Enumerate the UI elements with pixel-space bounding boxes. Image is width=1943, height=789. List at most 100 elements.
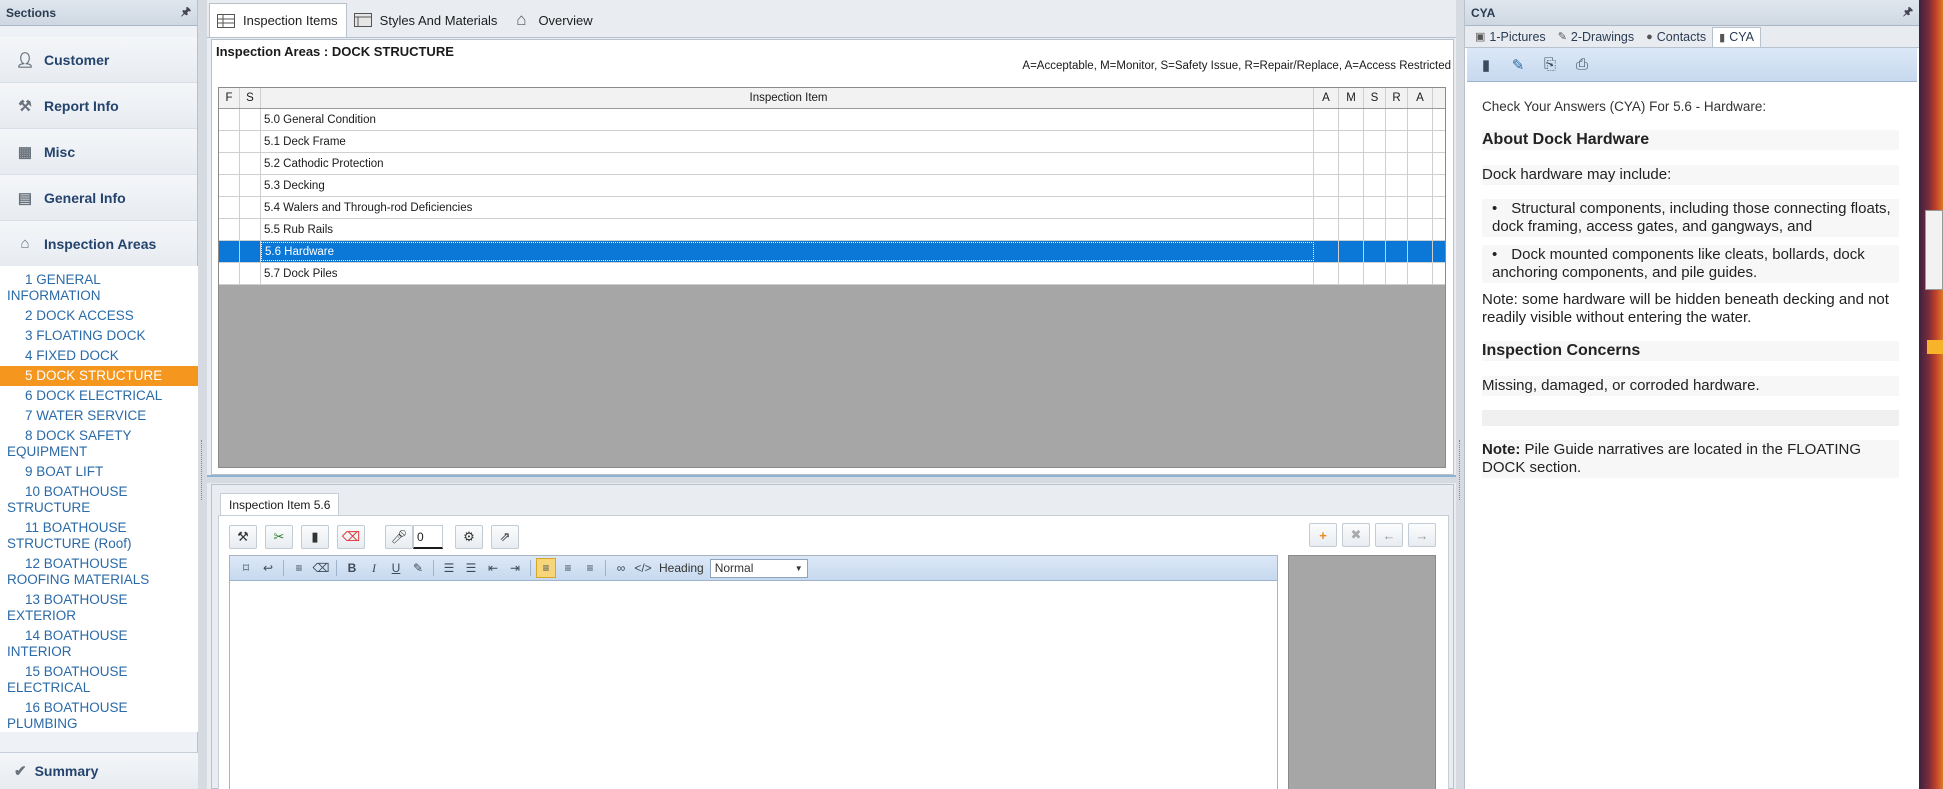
nav-customer[interactable]: 👤︎ Customer — [0, 37, 197, 83]
rating-cell[interactable] — [1364, 197, 1386, 218]
rating-cell[interactable] — [1314, 197, 1339, 218]
underline-icon[interactable]: U — [386, 558, 406, 578]
bullet-list-icon[interactable]: ☰ — [461, 558, 481, 578]
tab-contacts[interactable]: ● Contacts — [1640, 27, 1712, 47]
rich-text-editor[interactable]: ⌑ ↩ ≡ ⌫ B I U ✎ ☰ ☰ ⇤ ⇥ ≡ ≡ ≡ ∞ </> Head… — [229, 555, 1278, 789]
tab-inspection-item[interactable]: Inspection Item 5.6 — [220, 493, 340, 515]
nav-general-info[interactable]: ▤ General Info — [0, 175, 197, 221]
rating-cell[interactable] — [1314, 263, 1339, 284]
outdent-icon[interactable]: ⇤ — [483, 558, 503, 578]
tab-drawings[interactable]: ✎ 2-Drawings — [1552, 27, 1640, 47]
align-right-icon[interactable]: ≡ — [580, 558, 600, 578]
undo-icon[interactable]: ↩ — [258, 558, 278, 578]
area-item-9[interactable]: 9 BOAT LIFT — [0, 462, 198, 482]
book-icon[interactable]: ▮ — [1475, 54, 1497, 76]
arrow-right-icon[interactable]: → — [1408, 523, 1436, 547]
rating-cell[interactable] — [1339, 109, 1364, 130]
inspection-item-cell[interactable]: 5.0 General Condition — [261, 109, 1314, 130]
table-row[interactable]: 5.4 Walers and Through-rod Deficiencies — [219, 197, 1445, 219]
rating-cell[interactable] — [1386, 197, 1408, 218]
rating-cell[interactable] — [1386, 219, 1408, 240]
copy-icon[interactable]: ⎘ — [1539, 54, 1561, 76]
rating-cell[interactable] — [1386, 109, 1408, 130]
rating-cell[interactable] — [1364, 153, 1386, 174]
pin-icon[interactable]: 🖈 — [181, 3, 191, 22]
inspection-item-cell[interactable]: 5.5 Rub Rails — [261, 219, 1314, 240]
inspection-item-cell[interactable]: 5.7 Dock Piles — [261, 263, 1314, 284]
arrow-left-icon[interactable]: ← — [1375, 523, 1403, 547]
nav-summary[interactable]: ✔ Summary — [0, 752, 198, 789]
rating-cell[interactable] — [1314, 153, 1339, 174]
area-item-10[interactable]: 10 BOATHOUSE STRUCTURE — [0, 482, 198, 518]
tools-icon[interactable]: ✂ — [265, 525, 293, 549]
table-row[interactable]: 5.2 Cathodic Protection — [219, 153, 1445, 175]
area-item-6[interactable]: 6 DOCK ELECTRICAL — [0, 386, 198, 406]
edit-icon[interactable]: ✎ — [1507, 54, 1529, 76]
rating-cell[interactable] — [240, 197, 261, 218]
rating-cell[interactable] — [240, 131, 261, 152]
rating-cell[interactable] — [1408, 131, 1433, 152]
rating-cell[interactable] — [1408, 241, 1433, 262]
align-center-icon[interactable]: ≡ — [558, 558, 578, 578]
rating-cell[interactable] — [1364, 263, 1386, 284]
grid-header-cell[interactable]: Inspection Item — [261, 88, 1314, 108]
delete-icon[interactable]: ✖ — [1342, 523, 1370, 547]
rating-cell[interactable] — [1314, 109, 1339, 130]
rating-cell[interactable] — [1386, 175, 1408, 196]
rating-cell[interactable] — [240, 109, 261, 130]
area-item-13[interactable]: 13 BOATHOUSE EXTERIOR — [0, 590, 198, 626]
area-item-5[interactable]: 5 DOCK STRUCTURE — [0, 366, 198, 386]
area-item-4[interactable]: 4 FIXED DOCK — [0, 346, 198, 366]
align-left-icon[interactable]: ≡ — [536, 558, 556, 578]
right-splitter[interactable] — [1456, 0, 1464, 789]
inspection-item-cell[interactable]: 5.6 Hardware — [261, 242, 1314, 261]
rating-cell[interactable] — [1408, 263, 1433, 284]
hammer-icon[interactable]: ⚒ — [229, 525, 257, 549]
rating-cell[interactable] — [1386, 241, 1408, 262]
area-item-15[interactable]: 15 BOATHOUSE ELECTRICAL — [0, 662, 198, 698]
tab-cya[interactable]: ▮ CYA — [1712, 26, 1761, 47]
rating-cell[interactable] — [1364, 219, 1386, 240]
rating-cell[interactable] — [1314, 175, 1339, 196]
rating-cell[interactable] — [1339, 263, 1364, 284]
microphone-icon[interactable]: 🎤︎ — [385, 525, 413, 549]
print-icon[interactable]: ⎙ — [1571, 54, 1593, 76]
add-icon[interactable]: + — [1309, 523, 1337, 547]
table-row[interactable]: 5.6 Hardware — [219, 241, 1445, 263]
tab-styles-and-materials[interactable]: Styles And Materials — [347, 3, 506, 37]
rating-cell[interactable] — [1364, 131, 1386, 152]
rating-cell[interactable] — [1386, 131, 1408, 152]
external-link-icon[interactable]: ⇗ — [491, 525, 519, 549]
grid-header-cell[interactable]: F — [219, 88, 240, 108]
table-row[interactable]: 5.3 Decking — [219, 175, 1445, 197]
rating-cell[interactable] — [1339, 241, 1364, 262]
indent-icon[interactable]: ⇥ — [505, 558, 525, 578]
rating-cell[interactable] — [1364, 175, 1386, 196]
area-item-8[interactable]: 8 DOCK SAFETY EQUIPMENT — [0, 426, 198, 462]
nav-report-info[interactable]: ⚒ Report Info — [0, 83, 197, 129]
rating-cell[interactable] — [219, 131, 240, 152]
rating-cell[interactable] — [1386, 153, 1408, 174]
area-item-1[interactable]: 1 GENERAL INFORMATION — [0, 270, 198, 306]
grid-header-cell[interactable]: A — [1314, 88, 1339, 108]
inspection-item-cell[interactable]: 5.4 Walers and Through-rod Deficiencies — [261, 197, 1314, 218]
area-item-12[interactable]: 12 BOATHOUSE ROOFING MATERIALS — [0, 554, 198, 590]
brush-icon[interactable]: ✎ — [408, 558, 428, 578]
tab-inspection-items[interactable]: Inspection Items — [209, 3, 347, 37]
rating-cell[interactable] — [219, 197, 240, 218]
rating-cell[interactable] — [1339, 153, 1364, 174]
table-row[interactable]: 5.0 General Condition — [219, 109, 1445, 131]
table-row[interactable]: 5.7 Dock Piles — [219, 263, 1445, 285]
area-item-16[interactable]: 16 BOATHOUSE PLUMBING — [0, 698, 198, 734]
table-row[interactable]: 5.1 Deck Frame — [219, 131, 1445, 153]
rating-cell[interactable] — [219, 219, 240, 240]
rating-cell[interactable] — [240, 153, 261, 174]
rating-cell[interactable] — [1408, 153, 1433, 174]
rating-cell[interactable] — [1339, 219, 1364, 240]
rating-cell[interactable] — [219, 153, 240, 174]
rating-cell[interactable] — [240, 175, 261, 196]
heading-select[interactable]: Normal ▼ — [709, 558, 808, 578]
grid-header-cell[interactable]: R — [1386, 88, 1408, 108]
rating-cell[interactable] — [1339, 131, 1364, 152]
rating-cell[interactable] — [1408, 109, 1433, 130]
